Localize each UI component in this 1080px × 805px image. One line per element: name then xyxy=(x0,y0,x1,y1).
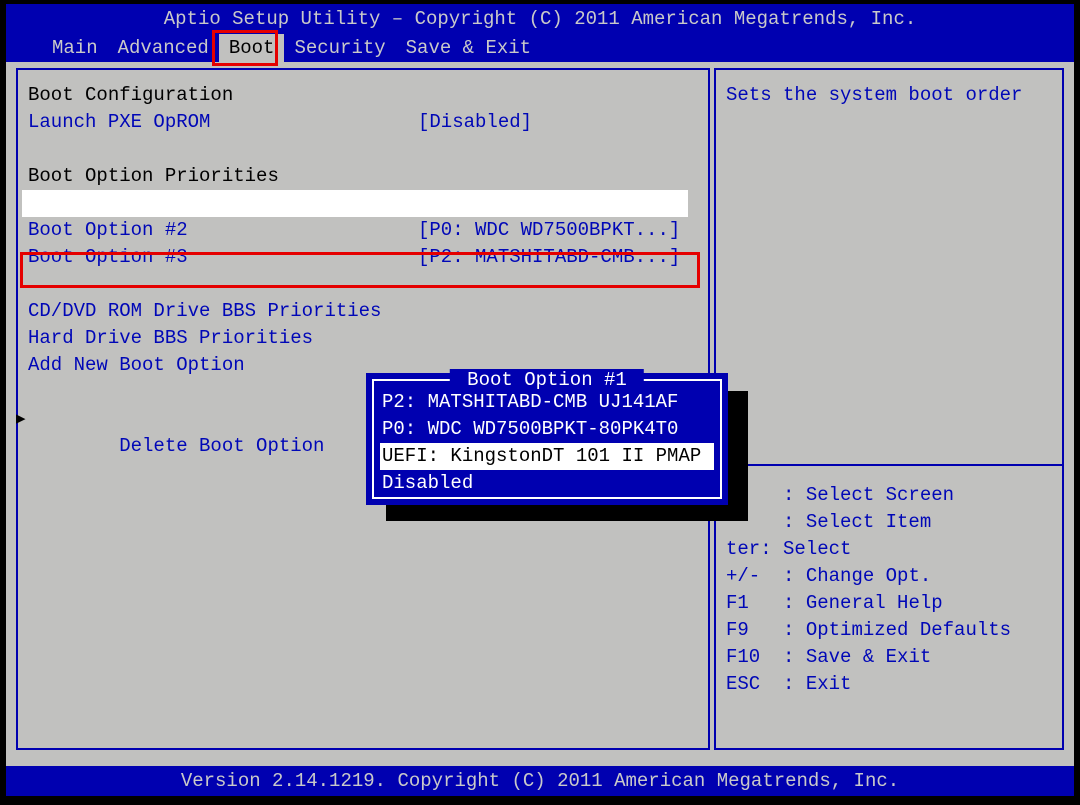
value-boot-option-3: [P2: MATSHITABD-CMB...] xyxy=(418,244,698,271)
row-boot-option-1[interactable]: Boot Option #1 [UEFI: KingstonDT 1...] xyxy=(22,190,688,217)
value-launch-pxe: [Disabled] xyxy=(418,109,698,136)
label-launch-pxe: Launch PXE OpROM xyxy=(28,109,418,136)
row-cd-bbs[interactable]: CD/DVD ROM Drive BBS Priorities xyxy=(28,298,708,325)
key-help-row: : Select Item xyxy=(726,509,1011,536)
nav-item-main[interactable]: Main xyxy=(42,34,108,62)
popup-boot-option: Boot Option #1 P2: MATSHITABD-CMB UJ141A… xyxy=(366,373,728,505)
popup-items: P2: MATSHITABD-CMB UJ141AF P0: WDC WD750… xyxy=(374,381,720,497)
label-boot-option-1: Boot Option #1 xyxy=(28,190,412,217)
nav-item-boot[interactable]: Boot xyxy=(219,34,285,62)
value-boot-option-2: [P0: WDC WD7500BPKT...] xyxy=(418,217,698,244)
nav-item-save-exit[interactable]: Save & Exit xyxy=(396,34,541,62)
left-panel: Boot Configuration Launch PXE OpROM [Dis… xyxy=(28,82,708,406)
cursor-icon: ▸ xyxy=(16,406,26,433)
popup-item[interactable]: P0: WDC WD7500BPKT-80PK4T0 xyxy=(380,416,714,443)
key-help-row: ESC : Exit xyxy=(726,671,1011,698)
section-boot-priorities: Boot Option Priorities xyxy=(28,163,708,190)
key-help-row: ter: Select xyxy=(726,536,1011,563)
row-boot-option-2[interactable]: Boot Option #2 [P0: WDC WD7500BPKT...] xyxy=(28,217,708,244)
key-help-row: F1 : General Help xyxy=(726,590,1011,617)
label-boot-option-2: Boot Option #2 xyxy=(28,217,418,244)
right-panel: Sets the system boot order xyxy=(726,82,1056,108)
popup-item-selected[interactable]: UEFI: KingstonDT 101 II PMAP xyxy=(380,443,714,470)
footer-text: Version 2.14.1219. Copyright (C) 2011 Am… xyxy=(181,770,899,792)
body-area: Boot Configuration Launch PXE OpROM [Dis… xyxy=(6,62,1074,766)
spacer xyxy=(28,271,708,298)
row-boot-option-3[interactable]: Boot Option #3 [P2: MATSHITABD-CMB...] xyxy=(28,244,708,271)
nav-item-security[interactable]: Security xyxy=(284,34,395,62)
nav-item-advanced[interactable]: Advanced xyxy=(108,34,219,62)
section-boot-config: Boot Configuration xyxy=(28,82,708,109)
row-hd-bbs[interactable]: Hard Drive BBS Priorities xyxy=(28,325,708,352)
key-help-row: : Select Screen xyxy=(726,482,1011,509)
popup-title: Boot Option #1 xyxy=(450,369,644,391)
label-delete-boot: Delete Boot Option xyxy=(119,435,324,457)
popup-inner: Boot Option #1 P2: MATSHITABD-CMB UJ141A… xyxy=(372,379,722,499)
key-help: : Select Screen : Select Item ter: Selec… xyxy=(726,482,1011,698)
label-boot-option-3: Boot Option #3 xyxy=(28,244,418,271)
key-help-row: F10 : Save & Exit xyxy=(726,644,1011,671)
header-title: Aptio Setup Utility – Copyright (C) 2011… xyxy=(6,6,1074,32)
popup-item[interactable]: P2: MATSHITABD-CMB UJ141AF xyxy=(380,389,714,416)
popup-item[interactable]: Disabled xyxy=(380,470,714,497)
right-divider xyxy=(716,464,1062,466)
row-launch-pxe[interactable]: Launch PXE OpROM [Disabled] xyxy=(28,109,708,136)
key-help-row: F9 : Optimized Defaults xyxy=(726,617,1011,644)
footer: Version 2.14.1219. Copyright (C) 2011 Am… xyxy=(6,766,1074,796)
bios-frame: Aptio Setup Utility – Copyright (C) 2011… xyxy=(6,4,1074,797)
nav-menu: Main Advanced Boot Security Save & Exit xyxy=(6,34,1074,62)
header: Aptio Setup Utility – Copyright (C) 2011… xyxy=(6,4,1074,62)
value-boot-option-1: [UEFI: KingstonDT 1...] xyxy=(412,190,688,217)
help-description: Sets the system boot order xyxy=(726,82,1056,108)
spacer xyxy=(28,136,708,163)
key-help-row: +/- : Change Opt. xyxy=(726,563,1011,590)
